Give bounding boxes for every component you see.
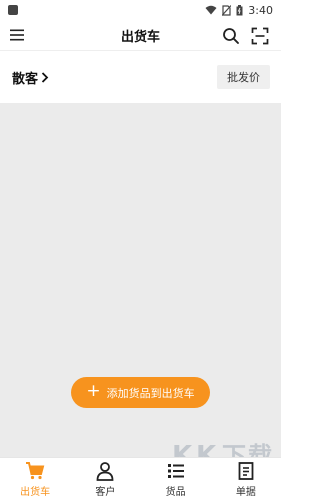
page-title: 出货车 (120, 29, 160, 45)
customer-name: 散客 (12, 71, 39, 87)
customer-row: 散客 批发价 (0, 51, 281, 103)
add-goods-button[interactable]: + 添加货品到出货车 (71, 377, 210, 408)
scan-icon[interactable] (251, 27, 269, 45)
no-sim-icon (222, 4, 232, 16)
tab-documents-label: 单据 (235, 486, 256, 498)
bottom-tab-bar: 出货车 客户 货品 单据 (0, 457, 281, 500)
menu-icon[interactable] (9, 27, 25, 43)
wholesale-price-button[interactable]: 批发价 (217, 65, 270, 89)
tab-cart[interactable]: 出货车 (0, 458, 70, 500)
person-icon (96, 461, 114, 481)
cart-icon (26, 461, 45, 479)
battery-icon (236, 4, 243, 15)
notification-icon (8, 5, 18, 15)
status-bar: 3:40 (0, 0, 281, 20)
tab-cart-label: 出货车 (20, 486, 51, 498)
screen: 3:40 出货车 散客 批发价 + 添加货品到出货车 K K 下 载 出货车 客… (0, 0, 281, 500)
add-goods-label: 添加货品到出货车 (106, 386, 195, 400)
wifi-icon (205, 5, 217, 15)
chevron-right-icon (41, 71, 49, 83)
tab-goods-label: 货品 (165, 486, 186, 498)
app-bar: 出货车 (0, 20, 281, 51)
status-time: 3:40 (248, 3, 273, 17)
status-indicators: 3:40 (205, 4, 273, 17)
plus-icon: + (86, 381, 101, 401)
tab-customers[interactable]: 客户 (70, 458, 140, 500)
customer-selector[interactable]: 散客 (12, 68, 49, 87)
tab-documents[interactable]: 单据 (211, 458, 281, 500)
tab-customers-label: 客户 (95, 486, 116, 498)
document-icon (238, 461, 254, 480)
tab-goods[interactable]: 货品 (141, 458, 211, 500)
search-icon[interactable] (222, 27, 240, 45)
list-icon (167, 463, 184, 478)
